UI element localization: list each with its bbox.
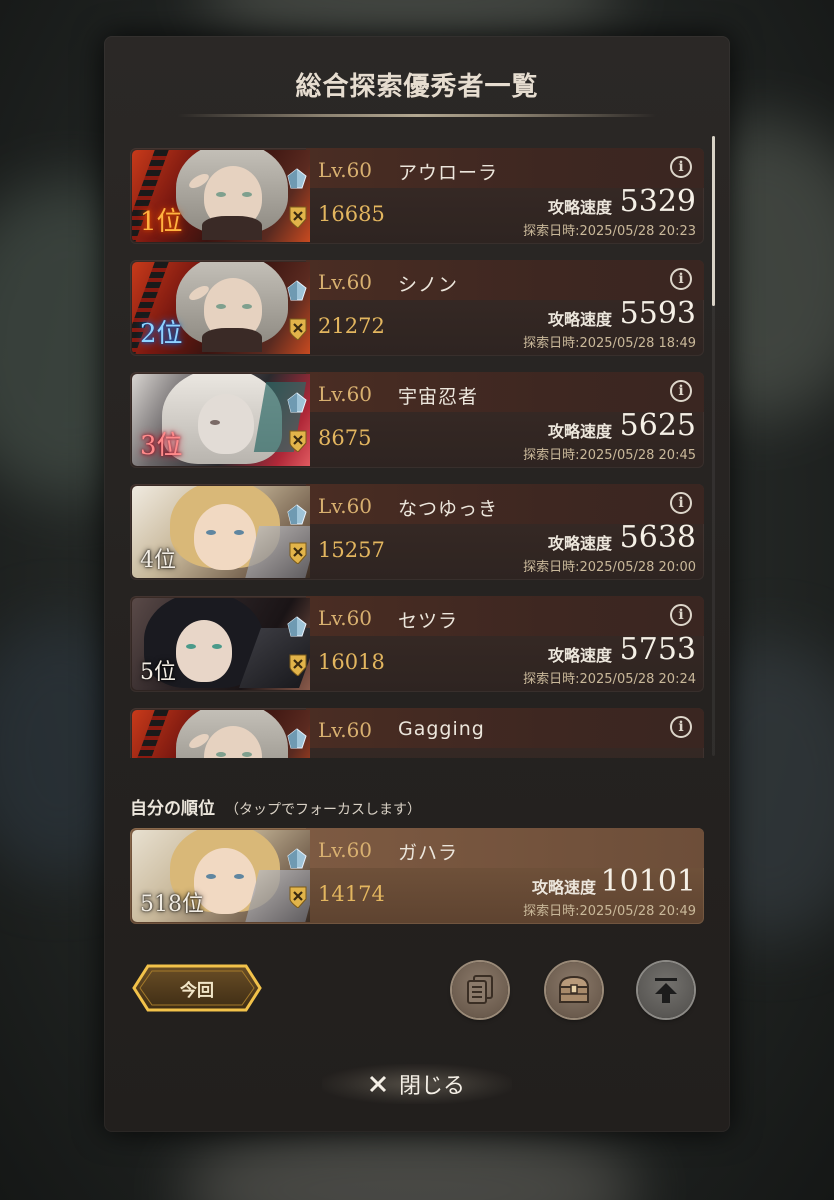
speed-label: 攻略速度 <box>547 198 612 217</box>
scroll-to-top-button[interactable] <box>638 962 694 1018</box>
my-rank-row[interactable]: 518位 Lv.60 ガハラ 14174 攻略速度 10101 探索日時:202… <box>130 828 704 924</box>
close-button[interactable]: 閉じる <box>322 1064 512 1104</box>
player-name: アウローラ <box>398 162 499 184</box>
ranking-row[interactable]: 1位 Lv.60 アウローラ i 16685 攻略速度 5329 探索日時:2025/05/2… <box>130 148 704 244</box>
rank-label: 1位 <box>140 207 183 237</box>
player-name: ガハラ <box>398 842 459 864</box>
crystal-icon <box>287 616 307 637</box>
speed-label: 攻略速度 <box>531 878 596 897</box>
speed-label: 攻略速度 <box>547 310 612 329</box>
info-icon[interactable]: i <box>670 492 692 514</box>
player-level: Lv.60 <box>318 718 373 742</box>
crystal-icon <box>287 392 307 413</box>
close-icon <box>369 1075 387 1093</box>
player-date: 探索日時:2025/05/28 20:23 <box>523 224 696 239</box>
close-label: 閉じる <box>398 1074 465 1099</box>
player-level: Lv.60 <box>318 382 373 406</box>
my-rank-hint: （タップでフォーカスします） <box>225 802 421 818</box>
player-date: 探索日時:2025/05/28 20:24 <box>523 672 696 687</box>
ranking-row[interactable]: 5位 Lv.60 セツラ i 16018 攻略速度 5753 探索日時:2025/05/28 … <box>130 596 704 692</box>
rank-label: 4位 <box>140 548 176 573</box>
player-level: Lv.60 <box>318 838 373 862</box>
treasure-chest-icon <box>558 975 590 1003</box>
player-power: 16685 <box>318 202 385 226</box>
my-rank-label: 自分の順位 <box>130 799 215 819</box>
speed-label: 攻略速度 <box>547 646 612 665</box>
player-power: 8675 <box>318 426 372 450</box>
speed-label: 攻略速度 <box>547 422 612 441</box>
player-name: なつゆっき <box>398 498 499 520</box>
player-date: 探索日時:2025/05/28 20:00 <box>523 560 696 575</box>
player-level: Lv.60 <box>318 606 373 630</box>
player-portrait: 1位 <box>132 150 310 242</box>
title-divider <box>178 114 656 117</box>
info-icon[interactable]: i <box>670 268 692 290</box>
scrollbar-thumb[interactable] <box>712 136 715 306</box>
crystal-icon <box>287 168 307 189</box>
player-name: セツラ <box>398 610 459 632</box>
rank-label: 2位 <box>140 319 183 349</box>
shield-icon <box>289 542 307 564</box>
player-name: Gagging <box>398 718 485 740</box>
reward-chest-button[interactable] <box>546 962 602 1018</box>
info-icon[interactable]: i <box>670 380 692 402</box>
shield-icon <box>289 318 307 340</box>
rank-label: 3位 <box>140 431 183 461</box>
shield-icon <box>289 886 307 908</box>
crystal-icon <box>287 728 307 749</box>
player-speed: 10101 <box>600 864 696 899</box>
crystal-icon <box>287 280 307 301</box>
player-portrait: 2位 <box>132 262 310 354</box>
shield-icon <box>289 430 307 452</box>
player-portrait: 4位 <box>132 486 310 578</box>
player-rank: 518位 <box>140 892 204 917</box>
player-date: 探索日時:2025/05/28 18:49 <box>523 336 696 351</box>
info-icon[interactable]: i <box>670 604 692 626</box>
document-button[interactable] <box>452 962 508 1018</box>
player-portrait: 518位 <box>132 830 310 922</box>
player-speed: 5329 <box>619 184 696 219</box>
ranking-row[interactable]: Lv.60 Gagging i <box>130 708 704 758</box>
player-name: シノン <box>398 274 459 296</box>
ranking-row[interactable]: 3位 Lv.60 宇宙忍者 i 8675 攻略速度 5625 探索日時:2025/05/28 … <box>130 372 704 468</box>
shield-icon <box>289 206 307 228</box>
player-name: 宇宙忍者 <box>398 386 479 408</box>
scroll-to-top-icon <box>655 978 677 1003</box>
crystal-icon <box>287 504 307 525</box>
my-rank-heading: 自分の順位 （タップでフォーカスします） <box>130 794 421 819</box>
player-speed: 5593 <box>619 296 696 331</box>
player-level: Lv.60 <box>318 494 373 518</box>
shield-icon <box>289 654 307 676</box>
rank-label: 5位 <box>140 660 176 685</box>
player-level: Lv.60 <box>318 158 373 182</box>
crystal-icon <box>287 848 307 869</box>
player-date: 探索日時:2025/05/28 20:49 <box>523 904 696 919</box>
dialog-title: 総合探索優秀者一覧 <box>295 72 539 102</box>
player-speed: 5625 <box>619 408 696 443</box>
info-icon[interactable]: i <box>670 716 692 738</box>
ranking-row[interactable]: 2位 Lv.60 シノン i 21272 攻略速度 5593 探索日時:2025/05/28 … <box>130 260 704 356</box>
current-period-label: 今回 <box>180 980 214 1001</box>
info-icon[interactable]: i <box>670 156 692 178</box>
ranking-row[interactable]: 4位 Lv.60 なつゆっき i 15257 攻略速度 5638 探索日時:2025/05/2… <box>130 484 704 580</box>
player-portrait <box>132 710 310 758</box>
player-power: 14174 <box>318 882 385 906</box>
speed-label: 攻略速度 <box>547 534 612 553</box>
document-icon <box>467 975 493 1004</box>
player-date: 探索日時:2025/05/28 20:45 <box>523 448 696 463</box>
player-portrait: 3位 <box>132 374 310 466</box>
current-period-button[interactable]: 今回 <box>132 964 262 1012</box>
ranking-list[interactable]: 1位 Lv.60 アウローラ i 16685 攻略速度 5329 探索日時:2025/05/2… <box>130 148 706 758</box>
player-level: Lv.60 <box>318 270 373 294</box>
player-power: 21272 <box>318 314 385 338</box>
player-portrait: 5位 <box>132 598 310 690</box>
player-power: 15257 <box>318 538 385 562</box>
player-speed: 5638 <box>619 520 696 555</box>
player-power: 16018 <box>318 650 385 674</box>
ranking-dialog: 総合探索優秀者一覧 1位 Lv.60 アウローラ i 16685 攻略速度 5329 探索日時… <box>104 36 730 1132</box>
player-speed: 5753 <box>619 632 696 667</box>
